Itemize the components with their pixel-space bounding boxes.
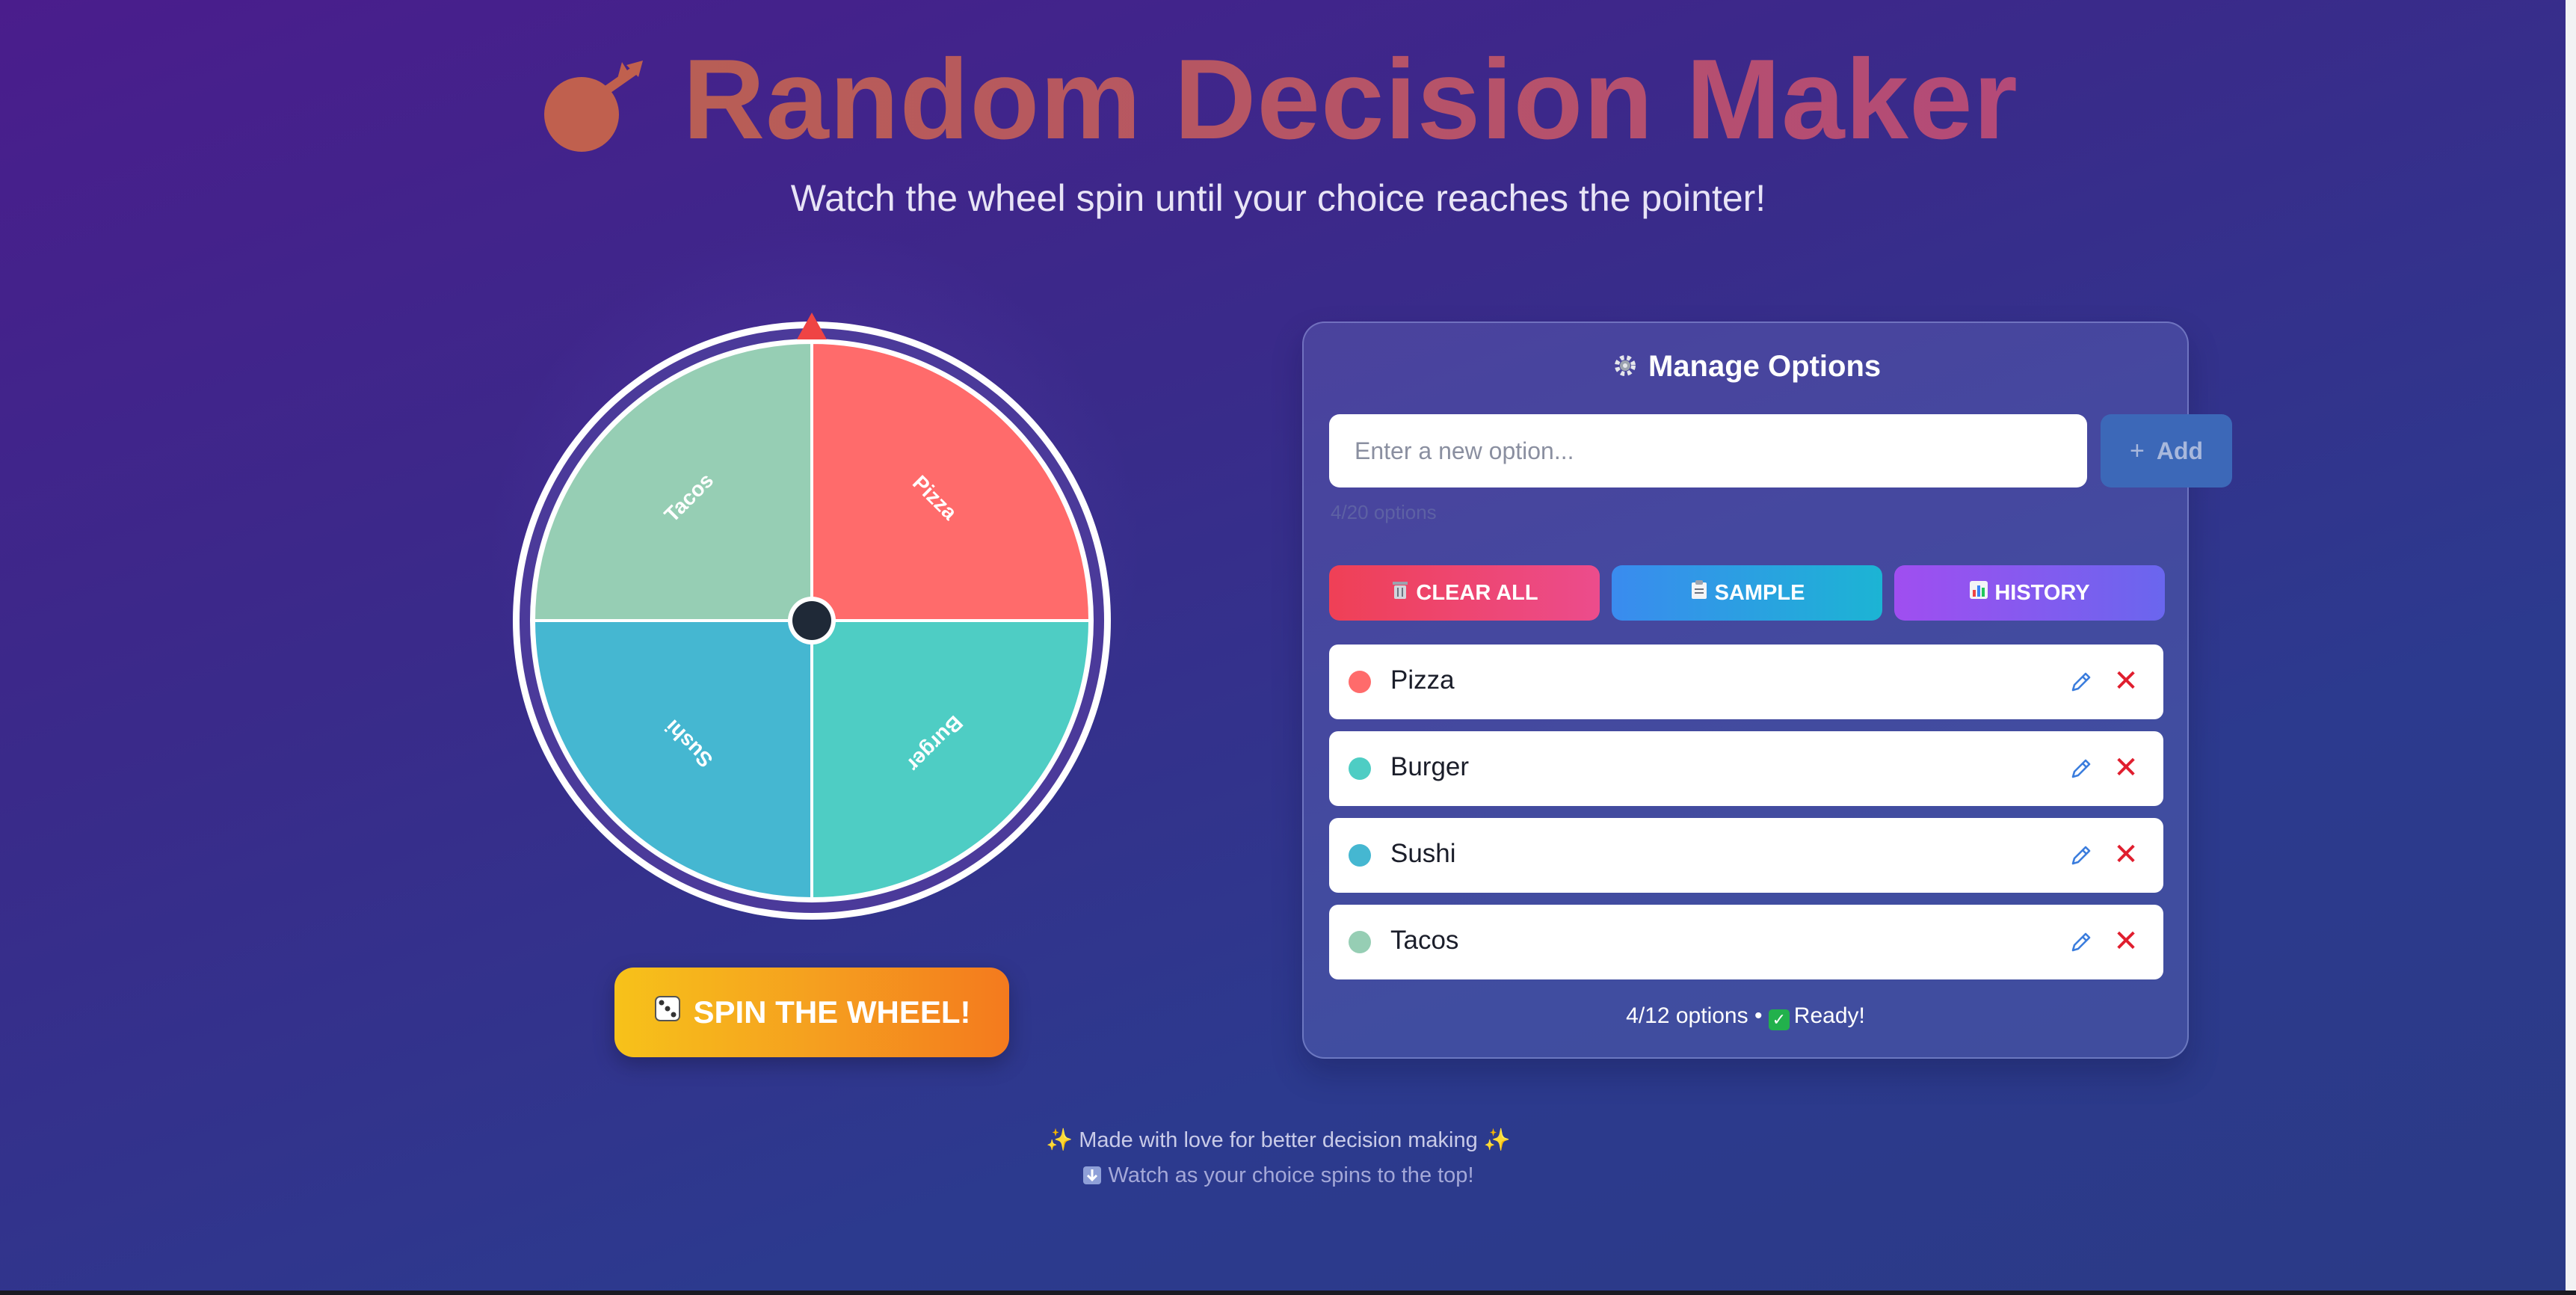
bar-chart-icon xyxy=(1969,579,1988,606)
option-item: Tacos ✕ xyxy=(1329,905,2163,979)
wheel-hub-center xyxy=(792,601,831,640)
pencil-icon[interactable] xyxy=(2068,755,2095,782)
clipboard-icon xyxy=(1689,579,1709,606)
option-item: Pizza ✕ xyxy=(1329,645,2163,719)
trash-icon xyxy=(1390,579,1410,606)
option-color-dot xyxy=(1349,671,1371,693)
add-button-label: Add xyxy=(2156,437,2204,464)
clear-all-button[interactable]: CLEAR ALL xyxy=(1329,565,1600,621)
status-count: 4/12 options xyxy=(1626,1003,1748,1028)
down-arrow-icon xyxy=(1082,1163,1108,1187)
option-count-hint: 4/20 options xyxy=(1331,501,1437,523)
title-text: Random Decision Maker xyxy=(682,36,2018,163)
scrollbar-track[interactable] xyxy=(2566,0,2576,1295)
check-icon: ✓ xyxy=(1768,1009,1790,1030)
close-icon[interactable]: ✕ xyxy=(2113,836,2139,873)
sample-button[interactable]: SAMPLE xyxy=(1612,565,1882,621)
option-label: Pizza xyxy=(1390,665,1455,695)
footer-text-2: Watch as your choice spins to the top! xyxy=(1108,1163,1474,1187)
window-bottom-edge xyxy=(0,1291,2576,1295)
sparkle-icon: ✨ xyxy=(1046,1128,1073,1152)
history-label: HISTORY xyxy=(1994,580,2090,605)
history-button[interactable]: HISTORY xyxy=(1894,565,2165,621)
manage-options-panel: Manage Options + Add 4/20 options CLEAR … xyxy=(1302,322,2232,1059)
option-label: Sushi xyxy=(1390,839,1456,868)
panel-title-text: Manage Options xyxy=(1648,350,1882,383)
option-item: Sushi ✕ xyxy=(1329,818,2163,893)
status-separator: • xyxy=(1754,1003,1769,1028)
page-subtitle: Watch the wheel spin until your choice r… xyxy=(790,177,1766,219)
page-title: Random Decision Maker xyxy=(0,36,2557,163)
wheel-segment xyxy=(810,619,1092,901)
wheel-segment xyxy=(810,340,1092,622)
wheel-segment xyxy=(531,619,813,901)
close-icon[interactable]: ✕ xyxy=(2113,749,2139,787)
sparkle-icon: ✨ xyxy=(1483,1128,1511,1152)
decision-wheel[interactable]: PizzaBurgerSushiTacos xyxy=(508,307,1121,920)
clear-all-label: CLEAR ALL xyxy=(1416,580,1538,605)
option-color-dot xyxy=(1349,931,1371,953)
option-color-dot xyxy=(1349,757,1371,780)
status-ready: Ready! xyxy=(1793,1003,1865,1028)
pencil-icon[interactable] xyxy=(2068,929,2095,956)
pencil-icon[interactable] xyxy=(2068,842,2095,869)
option-item: Burger ✕ xyxy=(1329,731,2163,806)
dart-icon xyxy=(538,36,682,163)
spin-button[interactable]: SPIN THE WHEEL! xyxy=(614,968,1009,1057)
add-option-button[interactable]: + Add xyxy=(2101,414,2232,487)
footer-text-1: Made with love for better decision makin… xyxy=(1079,1128,1478,1152)
new-option-input[interactable] xyxy=(1329,414,2087,487)
close-icon[interactable]: ✕ xyxy=(2113,662,2139,700)
option-color-dot xyxy=(1349,844,1371,867)
close-icon[interactable]: ✕ xyxy=(2113,923,2139,960)
option-label: Burger xyxy=(1390,752,1470,781)
plus-icon: + xyxy=(2129,436,2145,465)
option-label: Tacos xyxy=(1390,926,1459,955)
footer-line-1: ✨ Made with love for better decision mak… xyxy=(0,1128,2557,1153)
dice-icon xyxy=(653,994,682,1031)
pencil-icon[interactable] xyxy=(2068,668,2095,695)
sample-label: SAMPLE xyxy=(1714,580,1805,605)
status-line: 4/12 options • ✓ Ready! xyxy=(1304,1003,2187,1030)
panel-title: Manage Options xyxy=(1304,350,2187,384)
gear-icon xyxy=(1610,350,1648,383)
wheel-segment xyxy=(531,340,813,622)
footer-line-2: Watch as your choice spins to the top! xyxy=(0,1163,2557,1188)
spin-button-label: SPIN THE WHEEL! xyxy=(693,994,971,1030)
